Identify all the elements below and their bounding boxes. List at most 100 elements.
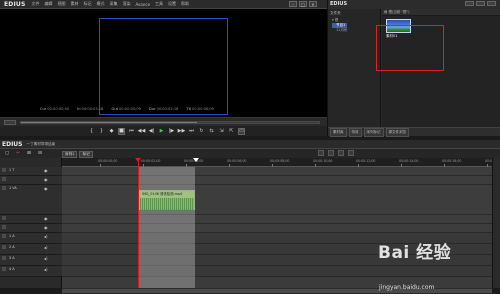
- set-out-icon[interactable]: }: [98, 128, 105, 135]
- audio-mute-icon[interactable]: ◂): [44, 245, 48, 250]
- menu-settings[interactable]: 设置: [168, 1, 176, 7]
- menu-capture[interactable]: 采集: [110, 1, 118, 7]
- track-lane[interactable]: [62, 167, 492, 176]
- tab-sequence-markers[interactable]: 序列标记: [363, 127, 384, 137]
- track-indicator-icon[interactable]: [2, 256, 6, 260]
- menu-clip[interactable]: 素材: [71, 1, 79, 7]
- menu-edit[interactable]: 编辑: [45, 1, 53, 7]
- step-forward-icon[interactable]: |▶: [168, 128, 175, 135]
- maximize-icon[interactable]: □: [299, 1, 307, 7]
- marker-icon[interactable]: ◆: [108, 128, 115, 135]
- track-area[interactable]: [62, 167, 492, 288]
- track-visibility-icon[interactable]: ◉: [44, 216, 48, 221]
- window-controls: – □ ×: [289, 1, 317, 7]
- loop-icon[interactable]: ↻: [198, 128, 205, 135]
- next-edit-icon[interactable]: ⏭: [188, 128, 195, 135]
- track-indicator-icon[interactable]: [2, 186, 6, 190]
- menu-avance[interactable]: Avance: [136, 2, 151, 7]
- tab-source-browser[interactable]: 源文件浏览: [385, 127, 409, 137]
- bin-close-icon[interactable]: [487, 1, 496, 6]
- bin-maximize-icon[interactable]: [476, 1, 485, 6]
- insert-icon[interactable]: ⇲: [218, 128, 225, 135]
- track-indicator-icon[interactable]: [2, 177, 6, 181]
- track-header[interactable]: 1 VA ◉: [0, 185, 62, 215]
- menu-help[interactable]: 帮助: [181, 1, 189, 7]
- bin-window-controls: [465, 1, 496, 6]
- audio-mute-icon[interactable]: ◂): [44, 256, 48, 261]
- track-header[interactable]: ◉: [0, 176, 62, 185]
- minimize-icon[interactable]: –: [289, 1, 297, 7]
- close-icon[interactable]: ×: [309, 1, 317, 7]
- track-visibility-icon[interactable]: ◉: [44, 186, 48, 191]
- scrub-mode-button[interactable]: [4, 120, 16, 125]
- tl-ctl-icon-1[interactable]: [318, 150, 324, 156]
- time-ruler[interactable]: 00:00:00;00 00:00:02;00 00:00:04;00 00:00:0…: [62, 158, 500, 167]
- menu-tools[interactable]: 工具: [155, 1, 163, 7]
- prev-edit-icon[interactable]: ⏮: [128, 128, 135, 135]
- timecode-ttl: Ttl00:00:08;09: [186, 107, 214, 111]
- track-indicator-icon[interactable]: [2, 225, 6, 229]
- track-visibility-icon[interactable]: ◉: [44, 168, 48, 173]
- track-header[interactable]: ◉: [0, 215, 62, 224]
- scrub-fill: [21, 122, 197, 123]
- track-header[interactable]: 4 A ◂): [0, 266, 62, 277]
- bin-minimize-icon[interactable]: [465, 1, 474, 6]
- fast-forward-icon[interactable]: ▶▶: [178, 128, 186, 135]
- scrub-track[interactable]: [20, 121, 320, 124]
- step-back-icon[interactable]: ◀|: [148, 128, 155, 135]
- rewind-icon[interactable]: ◀◀: [138, 128, 146, 135]
- in-out-range: [138, 167, 195, 288]
- stop-icon[interactable]: ■: [118, 127, 125, 135]
- tl-ctl-icon-2[interactable]: [328, 150, 334, 156]
- set-in-icon[interactable]: {: [88, 128, 95, 135]
- tree-list: ▾ 根 节目1 11月份: [332, 18, 348, 33]
- track-indicator-icon[interactable]: [2, 245, 6, 249]
- vertical-scrollbar[interactable]: [492, 158, 500, 288]
- track-lane[interactable]: [62, 215, 492, 224]
- track-lane[interactable]: [62, 185, 492, 215]
- snapshot-icon[interactable]: ▭: [238, 127, 245, 135]
- playhead[interactable]: [138, 158, 139, 288]
- tab-marker[interactable]: 标记: [79, 151, 93, 158]
- track-lane[interactable]: [62, 176, 492, 185]
- new-sequence-icon[interactable]: ▢: [4, 151, 10, 157]
- track-header[interactable]: 1 T ◉: [0, 167, 62, 176]
- ripple-icon[interactable]: ⊞: [26, 151, 32, 157]
- menu-render[interactable]: 渲染: [123, 1, 131, 7]
- tree-item-november[interactable]: 11月份: [332, 28, 347, 33]
- track-header[interactable]: 2 A ◂): [0, 244, 62, 255]
- track-header[interactable]: ◉: [0, 224, 62, 233]
- menu-marker[interactable]: 标记: [84, 1, 92, 7]
- tab-sequence1[interactable]: 序列1: [62, 151, 78, 158]
- track-lane[interactable]: [62, 266, 492, 277]
- audio-mute-icon[interactable]: ◂): [44, 267, 48, 272]
- audio-mute-icon[interactable]: ◂): [44, 234, 48, 239]
- tab-bin[interactable]: 素材库: [330, 127, 347, 137]
- menu-mode[interactable]: 模式: [97, 1, 105, 7]
- sync-lock-icon[interactable]: ⊟: [37, 151, 43, 157]
- tab-effects[interactable]: 特效: [348, 127, 362, 137]
- track-indicator-icon[interactable]: [2, 267, 6, 271]
- track-visibility-icon[interactable]: ◉: [44, 177, 48, 182]
- project-name: 一丁素材导带结束: [26, 141, 56, 146]
- tl-ctl-icon-3[interactable]: [338, 150, 344, 156]
- folder-icon[interactable]: ▤: [384, 10, 387, 14]
- play-icon[interactable]: ▶: [158, 128, 165, 135]
- track-indicator-icon[interactable]: [2, 168, 6, 172]
- menu-file[interactable]: 文件: [32, 1, 40, 7]
- tl-ctl-icon-4[interactable]: [348, 150, 354, 156]
- timeline-clip[interactable]: IMG_0146 清洗检测.mp4: [139, 190, 195, 210]
- playhead-handle[interactable]: [135, 158, 141, 162]
- menu-view[interactable]: 视图: [58, 1, 66, 7]
- track-header[interactable]: 1 A ◂): [0, 233, 62, 244]
- track-header[interactable]: 3 A ◂): [0, 255, 62, 266]
- track-lane[interactable]: [62, 224, 492, 233]
- scrub-bar[interactable]: [0, 117, 327, 126]
- track-visibility-icon[interactable]: ◉: [44, 225, 48, 230]
- track-indicator-icon[interactable]: [2, 234, 6, 238]
- cut-icon[interactable]: ✂: [15, 151, 21, 157]
- play-in-out-icon[interactable]: ⇆: [208, 128, 215, 135]
- overwrite-icon[interactable]: ⇱: [228, 128, 235, 135]
- out-point-marker[interactable]: [193, 158, 199, 162]
- track-indicator-icon[interactable]: [2, 216, 6, 220]
